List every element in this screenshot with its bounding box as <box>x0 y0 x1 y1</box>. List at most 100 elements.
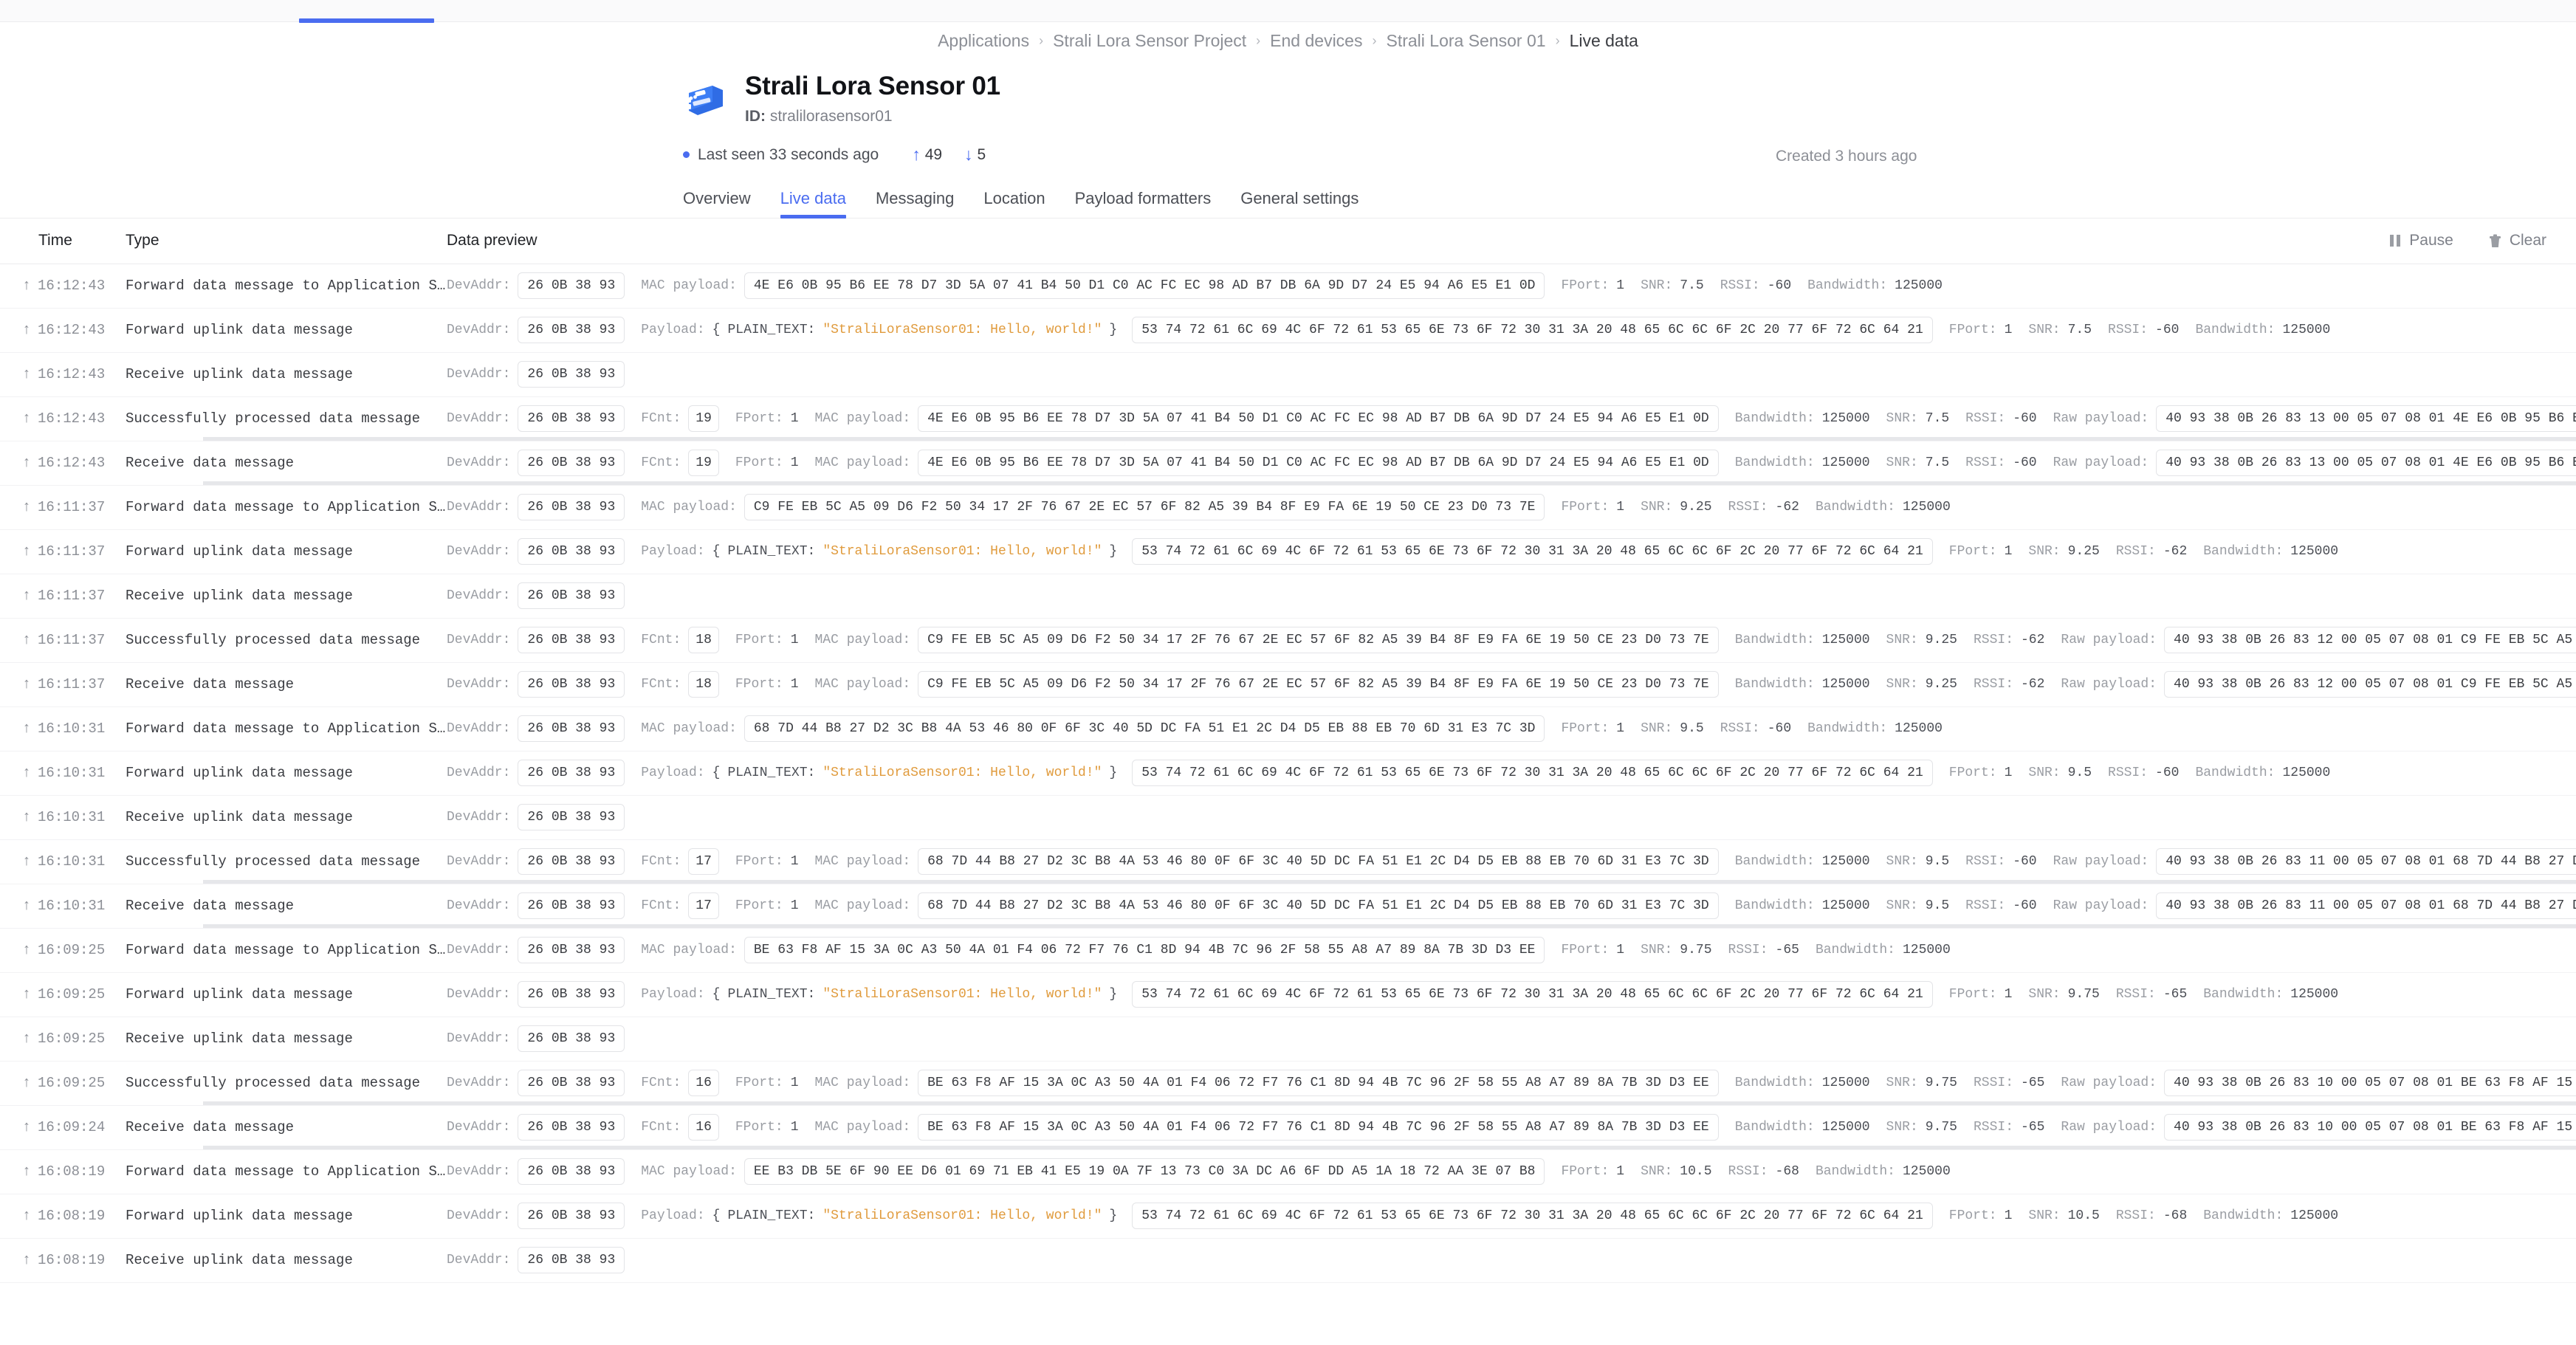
devaddr-value[interactable]: 26 0B 38 93 <box>518 671 625 698</box>
devaddr-value[interactable]: 26 0B 38 93 <box>518 715 625 742</box>
mac-payload-value[interactable]: 68 7D 44 B8 27 D2 3C B8 4A 53 46 80 0F 6… <box>918 892 1719 919</box>
breadcrumb-item-0[interactable]: Applications <box>938 31 1029 51</box>
table-row[interactable]: ↑ 16:10:31 Forward uplink data message DevA… <box>0 751 2576 796</box>
mac-payload-value[interactable]: 68 7D 44 B8 27 D2 3C B8 4A 53 46 80 0F 6… <box>743 715 1545 742</box>
fcnt-value[interactable]: 16 <box>688 1070 719 1096</box>
fcnt-value[interactable]: 18 <box>688 627 719 653</box>
row-horizontal-scrollbar[interactable] <box>203 1101 2576 1105</box>
table-row[interactable]: ↑ 16:10:31 Receive data message DevAddr: 26 … <box>0 884 2576 929</box>
mac-payload-value[interactable]: C9 FE EB 5C A5 09 D6 F2 50 34 17 2F 76 6… <box>918 671 1719 698</box>
breadcrumb-item-1[interactable]: Strali Lora Sensor Project <box>1053 31 1246 51</box>
raw-payload-value[interactable]: 40 93 38 0B 26 83 13 00 05 07 08 01 4E E… <box>2156 450 2576 476</box>
table-row[interactable]: ↑ 16:08:19 Forward data message to Applica… <box>0 1150 2576 1194</box>
devaddr-value[interactable]: 26 0B 38 93 <box>518 450 625 476</box>
clear-button[interactable]: Clear <box>2489 232 2546 250</box>
devaddr-value[interactable]: 26 0B 38 93 <box>518 494 625 520</box>
raw-payload-value[interactable]: 40 93 38 0B 26 83 11 00 05 07 08 01 68 7… <box>2156 848 2576 875</box>
table-row[interactable]: ↑ 16:09:24 Receive data message DevAddr: 26 … <box>0 1106 2576 1150</box>
devaddr-value[interactable]: 26 0B 38 93 <box>518 1114 625 1141</box>
row-horizontal-scrollbar[interactable] <box>203 923 2576 928</box>
devaddr-value[interactable]: 26 0B 38 93 <box>518 848 625 875</box>
row-horizontal-scrollbar[interactable] <box>203 879 2576 884</box>
payload-open-brace: { <box>712 544 721 559</box>
table-row[interactable]: ↑ 16:11:37 Successfully processed data mes… <box>0 619 2576 663</box>
table-row[interactable]: ↑ 16:12:43 Forward uplink data message DevA… <box>0 309 2576 353</box>
mac-payload-value[interactable]: 4E E6 0B 95 B6 EE 78 D7 3D 5A 07 41 B4 5… <box>918 405 1719 432</box>
table-row[interactable]: ↑ 16:12:43 Receive data message DevAddr: 26 … <box>0 441 2576 486</box>
devaddr-value[interactable]: 26 0B 38 93 <box>518 405 625 432</box>
table-row[interactable]: ↑ 16:09:25 Successfully processed data mes… <box>0 1062 2576 1106</box>
raw-payload-value[interactable]: 40 93 38 0B 26 83 10 00 05 07 08 01 BE 6… <box>2164 1114 2576 1141</box>
devaddr-value[interactable]: 26 0B 38 93 <box>518 582 625 609</box>
breadcrumb-item-3[interactable]: Strali Lora Sensor 01 <box>1386 31 1545 51</box>
table-row[interactable]: ↑ 16:09:25 Forward uplink data message DevA… <box>0 973 2576 1017</box>
fcnt-value[interactable]: 19 <box>688 450 719 476</box>
row-horizontal-scrollbar[interactable] <box>203 481 2576 485</box>
row-horizontal-scrollbar[interactable] <box>203 436 2576 441</box>
mac-payload-value[interactable]: BE 63 F8 AF 15 3A 0C A3 50 4A 01 F4 06 7… <box>918 1070 1719 1096</box>
devaddr-value[interactable]: 26 0B 38 93 <box>518 272 625 299</box>
tab-live-data[interactable]: Live data <box>780 189 847 219</box>
devaddr-value[interactable]: 26 0B 38 93 <box>518 627 625 653</box>
table-row[interactable]: ↑ 16:12:43 Receive uplink data message DevA… <box>0 353 2576 397</box>
tab-messaging[interactable]: Messaging <box>876 189 954 218</box>
table-row[interactable]: ↑ 16:09:25 Forward data message to Applica… <box>0 929 2576 973</box>
devaddr-value[interactable]: 26 0B 38 93 <box>518 1070 625 1096</box>
mac-payload-value[interactable]: C9 FE EB 5C A5 09 D6 F2 50 34 17 2F 76 6… <box>918 627 1719 653</box>
table-row[interactable]: ↑ 16:11:37 Forward uplink data message DevA… <box>0 530 2576 574</box>
tab-general-settings[interactable]: General settings <box>1240 189 1359 218</box>
devaddr-value[interactable]: 26 0B 38 93 <box>518 361 625 388</box>
hex-payload-value[interactable]: 53 74 72 61 6C 69 4C 6F 72 61 53 65 6E 7… <box>1132 1203 1933 1229</box>
tab-overview[interactable]: Overview <box>683 189 751 218</box>
table-row[interactable]: ↑ 16:08:19 Receive uplink data message DevA… <box>0 1239 2576 1283</box>
mac-payload-value[interactable]: 4E E6 0B 95 B6 EE 78 D7 3D 5A 07 41 B4 5… <box>743 272 1545 299</box>
devaddr-value[interactable]: 26 0B 38 93 <box>518 1158 625 1185</box>
raw-payload-value[interactable]: 40 93 38 0B 26 83 12 00 05 07 08 01 C9 F… <box>2164 671 2576 698</box>
devaddr-value[interactable]: 26 0B 38 93 <box>518 760 625 786</box>
table-row[interactable]: ↑ 16:10:31 Successfully processed data mes… <box>0 840 2576 884</box>
table-row[interactable]: ↑ 16:12:43 Successfully processed data mes… <box>0 397 2576 441</box>
table-row[interactable]: ↑ 16:10:31 Receive uplink data message DevA… <box>0 796 2576 840</box>
row-horizontal-scrollbar[interactable] <box>203 1145 2576 1149</box>
table-row[interactable]: ↑ 16:12:43 Forward data message to Applica… <box>0 264 2576 309</box>
fcnt-value[interactable]: 17 <box>688 848 719 875</box>
hex-payload-value[interactable]: 53 74 72 61 6C 69 4C 6F 72 61 53 65 6E 7… <box>1132 981 1933 1008</box>
tab-location[interactable]: Location <box>983 189 1045 218</box>
mac-payload-value[interactable]: BE 63 F8 AF 15 3A 0C A3 50 4A 01 F4 06 7… <box>918 1114 1719 1141</box>
table-row[interactable]: ↑ 16:11:37 Forward data message to Applica… <box>0 486 2576 530</box>
devaddr-value[interactable]: 26 0B 38 93 <box>518 892 625 919</box>
hex-payload-value[interactable]: 53 74 72 61 6C 69 4C 6F 72 61 53 65 6E 7… <box>1132 538 1933 565</box>
fcnt-value[interactable]: 18 <box>688 671 719 698</box>
devaddr-value[interactable]: 26 0B 38 93 <box>518 981 625 1008</box>
table-row[interactable]: ↑ 16:09:25 Receive uplink data message DevA… <box>0 1017 2576 1062</box>
mac-payload-value[interactable]: C9 FE EB 5C A5 09 D6 F2 50 34 17 2F 76 6… <box>743 494 1545 520</box>
breadcrumb-item-2[interactable]: End devices <box>1270 31 1362 51</box>
arrow-up-icon: ↑ <box>22 985 32 1003</box>
raw-payload-value[interactable]: 40 93 38 0B 26 83 10 00 05 07 08 01 BE 6… <box>2164 1070 2576 1096</box>
tab-payload-formatters[interactable]: Payload formatters <box>1075 189 1212 218</box>
fcnt-value[interactable]: 17 <box>688 892 719 919</box>
hex-payload-value[interactable]: 53 74 72 61 6C 69 4C 6F 72 61 53 65 6E 7… <box>1132 317 1933 343</box>
pause-button[interactable]: Pause <box>2389 232 2453 250</box>
mac-payload-value[interactable]: BE 63 F8 AF 15 3A 0C A3 50 4A 01 F4 06 7… <box>743 937 1545 963</box>
devaddr-value[interactable]: 26 0B 38 93 <box>518 937 625 963</box>
fcnt-value[interactable]: 19 <box>688 405 719 432</box>
raw-payload-value[interactable]: 40 93 38 0B 26 83 12 00 05 07 08 01 C9 F… <box>2164 627 2576 653</box>
mac-payload-value[interactable]: EE B3 DB 5E 6F 90 EE D6 01 69 71 EB 41 E… <box>743 1158 1545 1185</box>
devaddr-value[interactable]: 26 0B 38 93 <box>518 1203 625 1229</box>
table-row[interactable]: ↑ 16:08:19 Forward uplink data message DevA… <box>0 1194 2576 1239</box>
mac-payload-value[interactable]: 68 7D 44 B8 27 D2 3C B8 4A 53 46 80 0F 6… <box>918 848 1719 875</box>
raw-payload-value[interactable]: 40 93 38 0B 26 83 11 00 05 07 08 01 68 7… <box>2156 892 2576 919</box>
devaddr-value[interactable]: 26 0B 38 93 <box>518 1025 625 1052</box>
devaddr-value[interactable]: 26 0B 38 93 <box>518 804 625 830</box>
table-row[interactable]: ↑ 16:11:37 Receive data message DevAddr: 26 … <box>0 663 2576 707</box>
devaddr-value[interactable]: 26 0B 38 93 <box>518 1247 625 1273</box>
raw-payload-value[interactable]: 40 93 38 0B 26 83 13 00 05 07 08 01 4E E… <box>2156 405 2576 432</box>
devaddr-value[interactable]: 26 0B 38 93 <box>518 538 625 565</box>
table-row[interactable]: ↑ 16:11:37 Receive uplink data message DevA… <box>0 574 2576 619</box>
hex-payload-value[interactable]: 53 74 72 61 6C 69 4C 6F 72 61 53 65 6E 7… <box>1132 760 1933 786</box>
devaddr-value[interactable]: 26 0B 38 93 <box>518 317 625 343</box>
fcnt-value[interactable]: 16 <box>688 1114 719 1141</box>
table-row[interactable]: ↑ 16:10:31 Forward data message to Applica… <box>0 707 2576 751</box>
mac-payload-value[interactable]: 4E E6 0B 95 B6 EE 78 D7 3D 5A 07 41 B4 5… <box>918 450 1719 476</box>
